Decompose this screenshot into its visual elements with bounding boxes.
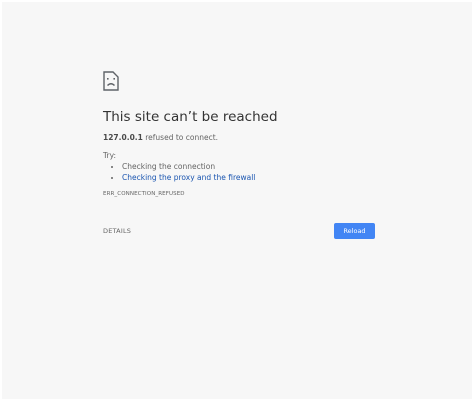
suggestion-check-proxy-firewall: Checking the proxy and the firewall [122,172,255,183]
reload-button[interactable]: Reload [334,223,375,239]
proxy-firewall-link[interactable]: Checking the proxy and the firewall [122,173,255,182]
details-button[interactable]: DETAILS [103,227,131,235]
error-summary: 127.0.0.1 refused to connect. [103,133,218,142]
summary-text: refused to connect. [142,133,219,142]
suggestion-check-connection: Checking the connection [122,161,255,172]
error-page: This site can’t be reached 127.0.0.1 ref… [2,2,472,399]
error-code: ERR_CONNECTION_REFUSED [103,191,185,197]
sad-page-icon [103,71,119,91]
host-address: 127.0.0.1 [103,133,143,142]
suggestions-list: Checking the connection Checking the pro… [103,161,255,183]
try-label: Try: [103,151,116,160]
suggestion-text: Checking the connection [122,162,216,171]
page-title: This site can’t be reached [103,109,278,125]
